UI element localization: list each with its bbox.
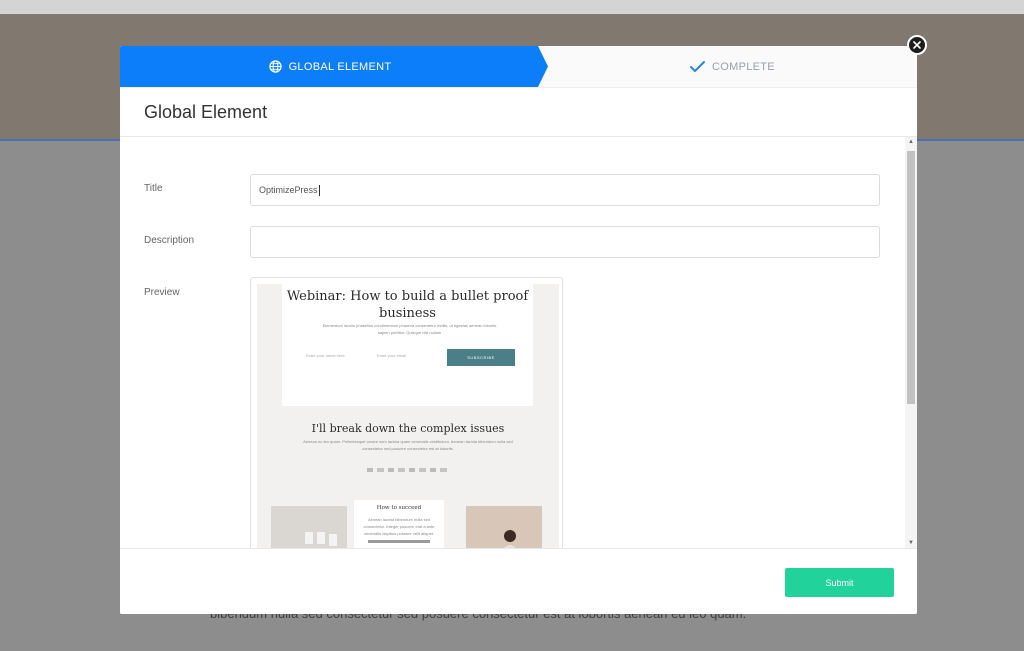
wizard-steps: GLOBAL ELEMENT COMPLETE	[120, 46, 917, 88]
preview-thumbnail: Webinar: How to build a bullet proof bus…	[250, 277, 563, 548]
preview-hero-card: Webinar: How to build a bullet proof bus…	[282, 284, 533, 406]
preview-logo-row	[367, 468, 447, 472]
preview-image-right	[466, 506, 542, 548]
title-input-value: OptimizePress	[259, 185, 318, 195]
scroll-thumb[interactable]	[907, 151, 915, 404]
preview-subtext: Elementum iaculis phasellus condimentum …	[322, 323, 497, 335]
preview-card-text: Aenean lacinia bibendum nulla sed consec…	[363, 517, 435, 536]
scroll-down-arrow[interactable]: ▼	[905, 538, 917, 548]
step-complete: COMPLETE	[548, 46, 917, 87]
preview-card: How to succeed Aenean lacinia bibendum n…	[354, 500, 444, 548]
form-scrollbar[interactable]: ▲ ▼	[905, 137, 917, 548]
modal-title: Global Element	[144, 102, 268, 122]
preview-card-rule	[368, 540, 430, 543]
form-body: Title OptimizePress Description Preview …	[120, 137, 917, 548]
preview-page: Webinar: How to build a bullet proof bus…	[257, 284, 559, 548]
description-input[interactable]	[250, 226, 880, 258]
text-caret	[318, 184, 320, 196]
scroll-up-arrow[interactable]: ▲	[905, 137, 917, 147]
modal-footer: Submit	[120, 548, 917, 614]
step-global-element-label: GLOBAL ELEMENT	[288, 60, 392, 73]
title-input[interactable]: OptimizePress	[250, 174, 880, 206]
title-label: Title	[144, 183, 163, 194]
preview-email-field: Enter your email	[377, 349, 443, 362]
preview-name-field: Enter your name here	[306, 349, 372, 362]
close-modal-button[interactable]	[907, 35, 927, 55]
global-element-modal: GLOBAL ELEMENT COMPLETE Global Element T…	[120, 46, 917, 614]
preview-card-title: How to succeed	[376, 505, 422, 511]
preview-section-text: Aenean eu leo quam. Pellentesque ornare …	[303, 439, 513, 451]
submit-button[interactable]: Submit	[785, 568, 894, 597]
preview-label: Preview	[144, 287, 180, 298]
close-icon	[913, 41, 921, 49]
preview-image-left	[271, 506, 347, 548]
checkmark-icon	[690, 60, 706, 72]
preview-heading: Webinar: How to build a bullet proof bus…	[286, 289, 529, 321]
description-label: Description	[144, 235, 195, 246]
background-toolbar	[0, 0, 1024, 14]
step-global-element: GLOBAL ELEMENT	[120, 46, 548, 87]
preview-subscribe-button: SUBSCRIBE	[447, 349, 515, 366]
preview-section-heading: I'll break down the complex issues	[311, 422, 505, 435]
step-complete-label: COMPLETE	[712, 60, 775, 73]
globe-icon	[268, 60, 282, 73]
